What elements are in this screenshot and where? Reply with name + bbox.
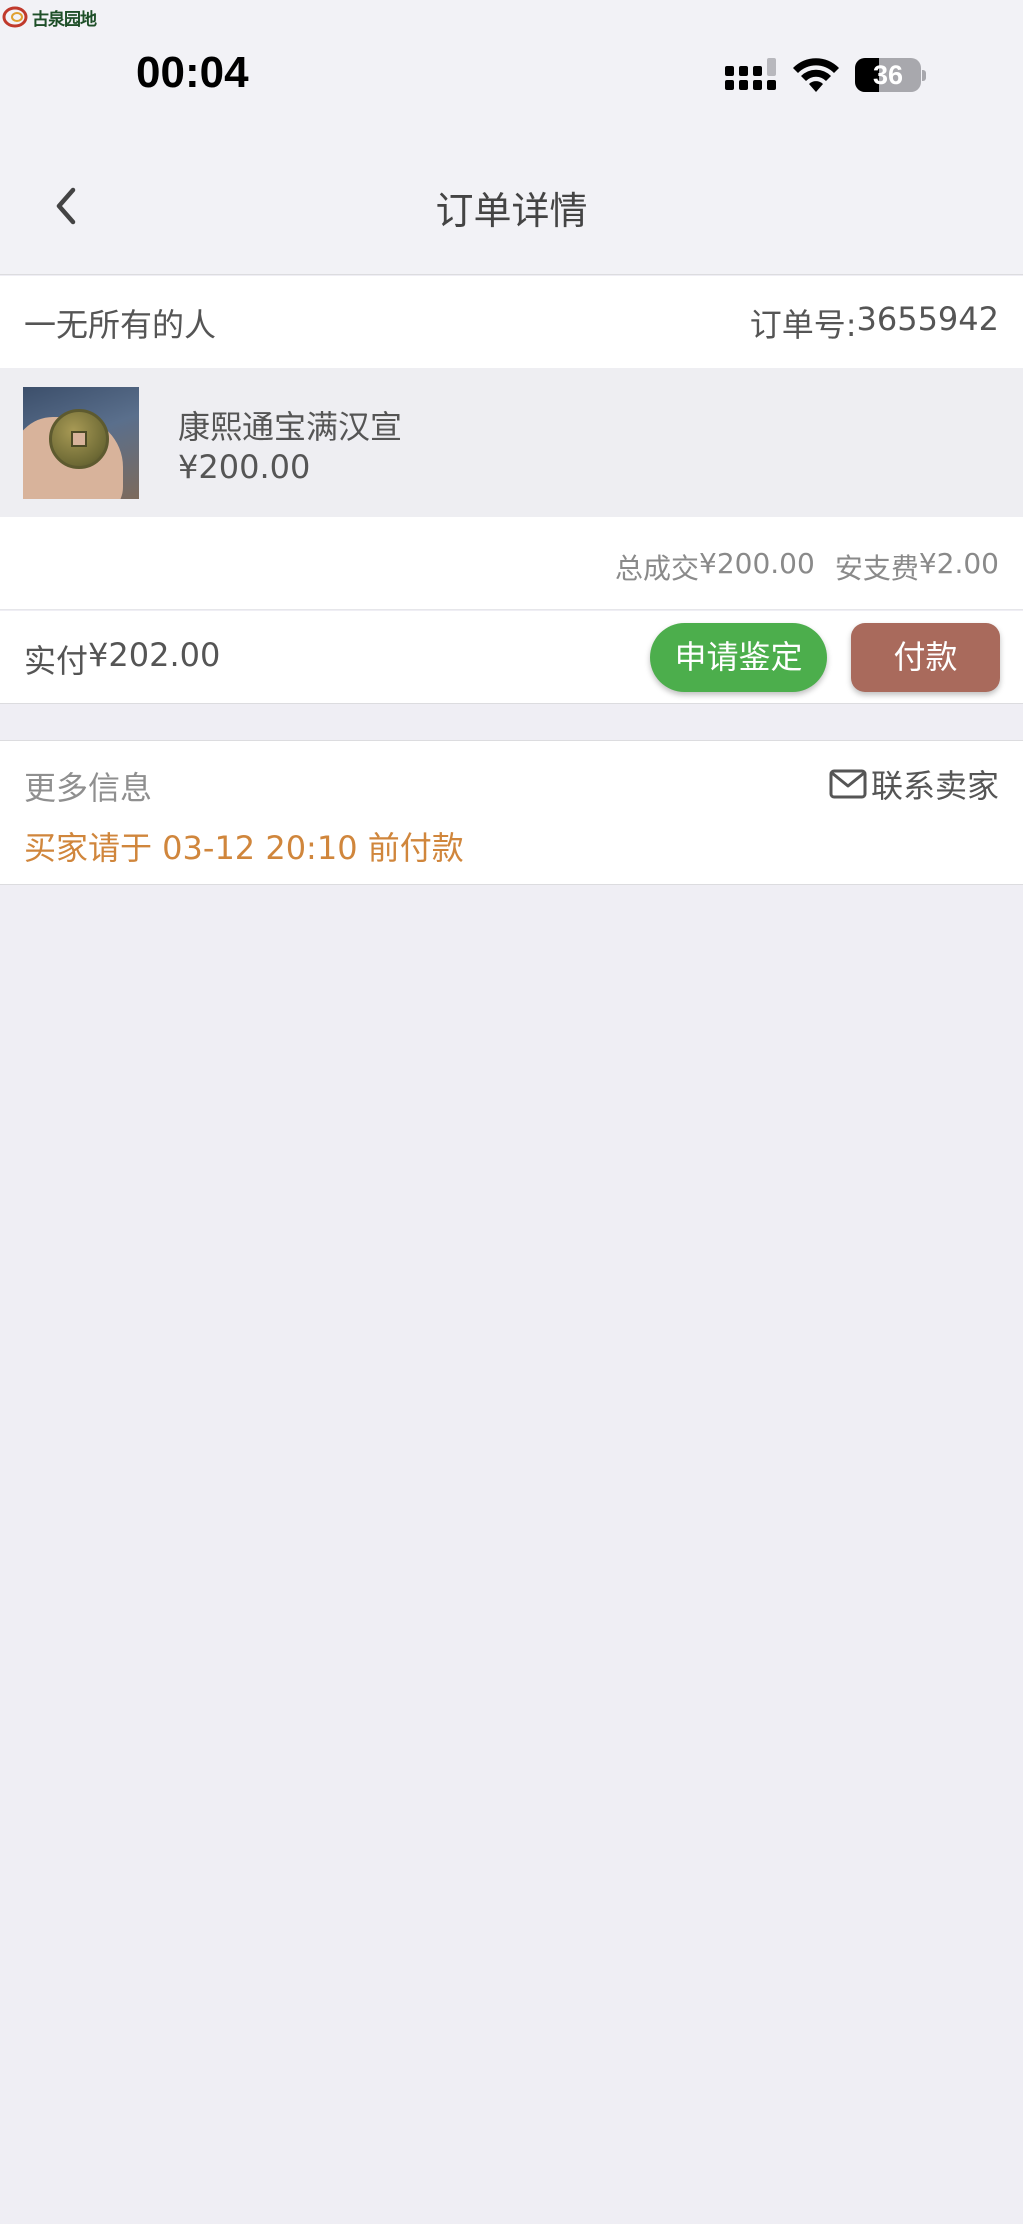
item-currency: ¥ bbox=[178, 448, 199, 486]
item-price-value: 200.00 bbox=[198, 448, 311, 486]
status-bar: 00:04 36 bbox=[0, 0, 1023, 120]
item-thumbnail[interactable] bbox=[23, 387, 139, 499]
status-time: 00:04 bbox=[136, 48, 249, 97]
total-deal: 总成交 ¥200.00 bbox=[615, 547, 815, 587]
actual-paid: 实付 ¥202.00 bbox=[24, 636, 220, 682]
nav-bar: 订单详情 bbox=[0, 120, 1023, 275]
cellular-signal-icon bbox=[725, 58, 776, 90]
service-fee: 安支费 ¥2.00 bbox=[835, 547, 999, 587]
service-fee-value: ¥2.00 bbox=[918, 547, 999, 580]
more-info-title: 更多信息 bbox=[24, 769, 153, 807]
contact-seller-button[interactable]: 联系卖家 bbox=[829, 761, 999, 807]
battery-level: 36 bbox=[872, 60, 904, 90]
order-number: 订单号: 3655942 bbox=[750, 300, 999, 346]
watermark-logo: 古泉园地 bbox=[2, 4, 97, 30]
total-deal-value: ¥200.00 bbox=[699, 547, 815, 580]
logo-text: 古泉园地 bbox=[32, 9, 97, 30]
payment-deadline: 买家请于 03-12 20:10 前付款 bbox=[24, 829, 464, 867]
logo-icon bbox=[2, 6, 28, 28]
item-price: ¥ 200.00 bbox=[178, 448, 310, 486]
order-item[interactable]: 康熙通宝满汉宣 ¥ 200.00 bbox=[0, 368, 1023, 517]
actual-paid-label: 实付 bbox=[24, 642, 89, 680]
order-number-label: 订单号: bbox=[749, 306, 857, 344]
order-header: 一无所有的人 订单号: 3655942 bbox=[0, 276, 1023, 368]
seller-name[interactable]: 一无所有的人 bbox=[24, 300, 216, 346]
total-deal-label: 总成交 bbox=[615, 552, 700, 585]
apply-appraisal-button[interactable]: 申请鉴定 bbox=[650, 623, 827, 692]
contact-seller-label: 联系卖家 bbox=[870, 767, 999, 805]
payment-row: 实付 ¥202.00 申请鉴定 付款 bbox=[0, 611, 1023, 704]
fee-summary: 总成交 ¥200.00 安支费 ¥2.00 bbox=[0, 517, 1023, 610]
battery-icon: 36 bbox=[855, 58, 926, 92]
mail-icon bbox=[829, 769, 867, 799]
item-name: 康熙通宝满汉宣 bbox=[178, 408, 403, 446]
page-title: 订单详情 bbox=[435, 189, 588, 233]
more-info-section: 更多信息 联系卖家 买家请于 03-12 20:10 前付款 bbox=[0, 740, 1023, 885]
order-number-value: 3655942 bbox=[856, 300, 999, 338]
wifi-icon bbox=[793, 58, 839, 92]
actual-paid-value: ¥202.00 bbox=[88, 636, 221, 674]
pay-button[interactable]: 付款 bbox=[851, 623, 1000, 692]
service-fee-label: 安支费 bbox=[834, 552, 919, 585]
